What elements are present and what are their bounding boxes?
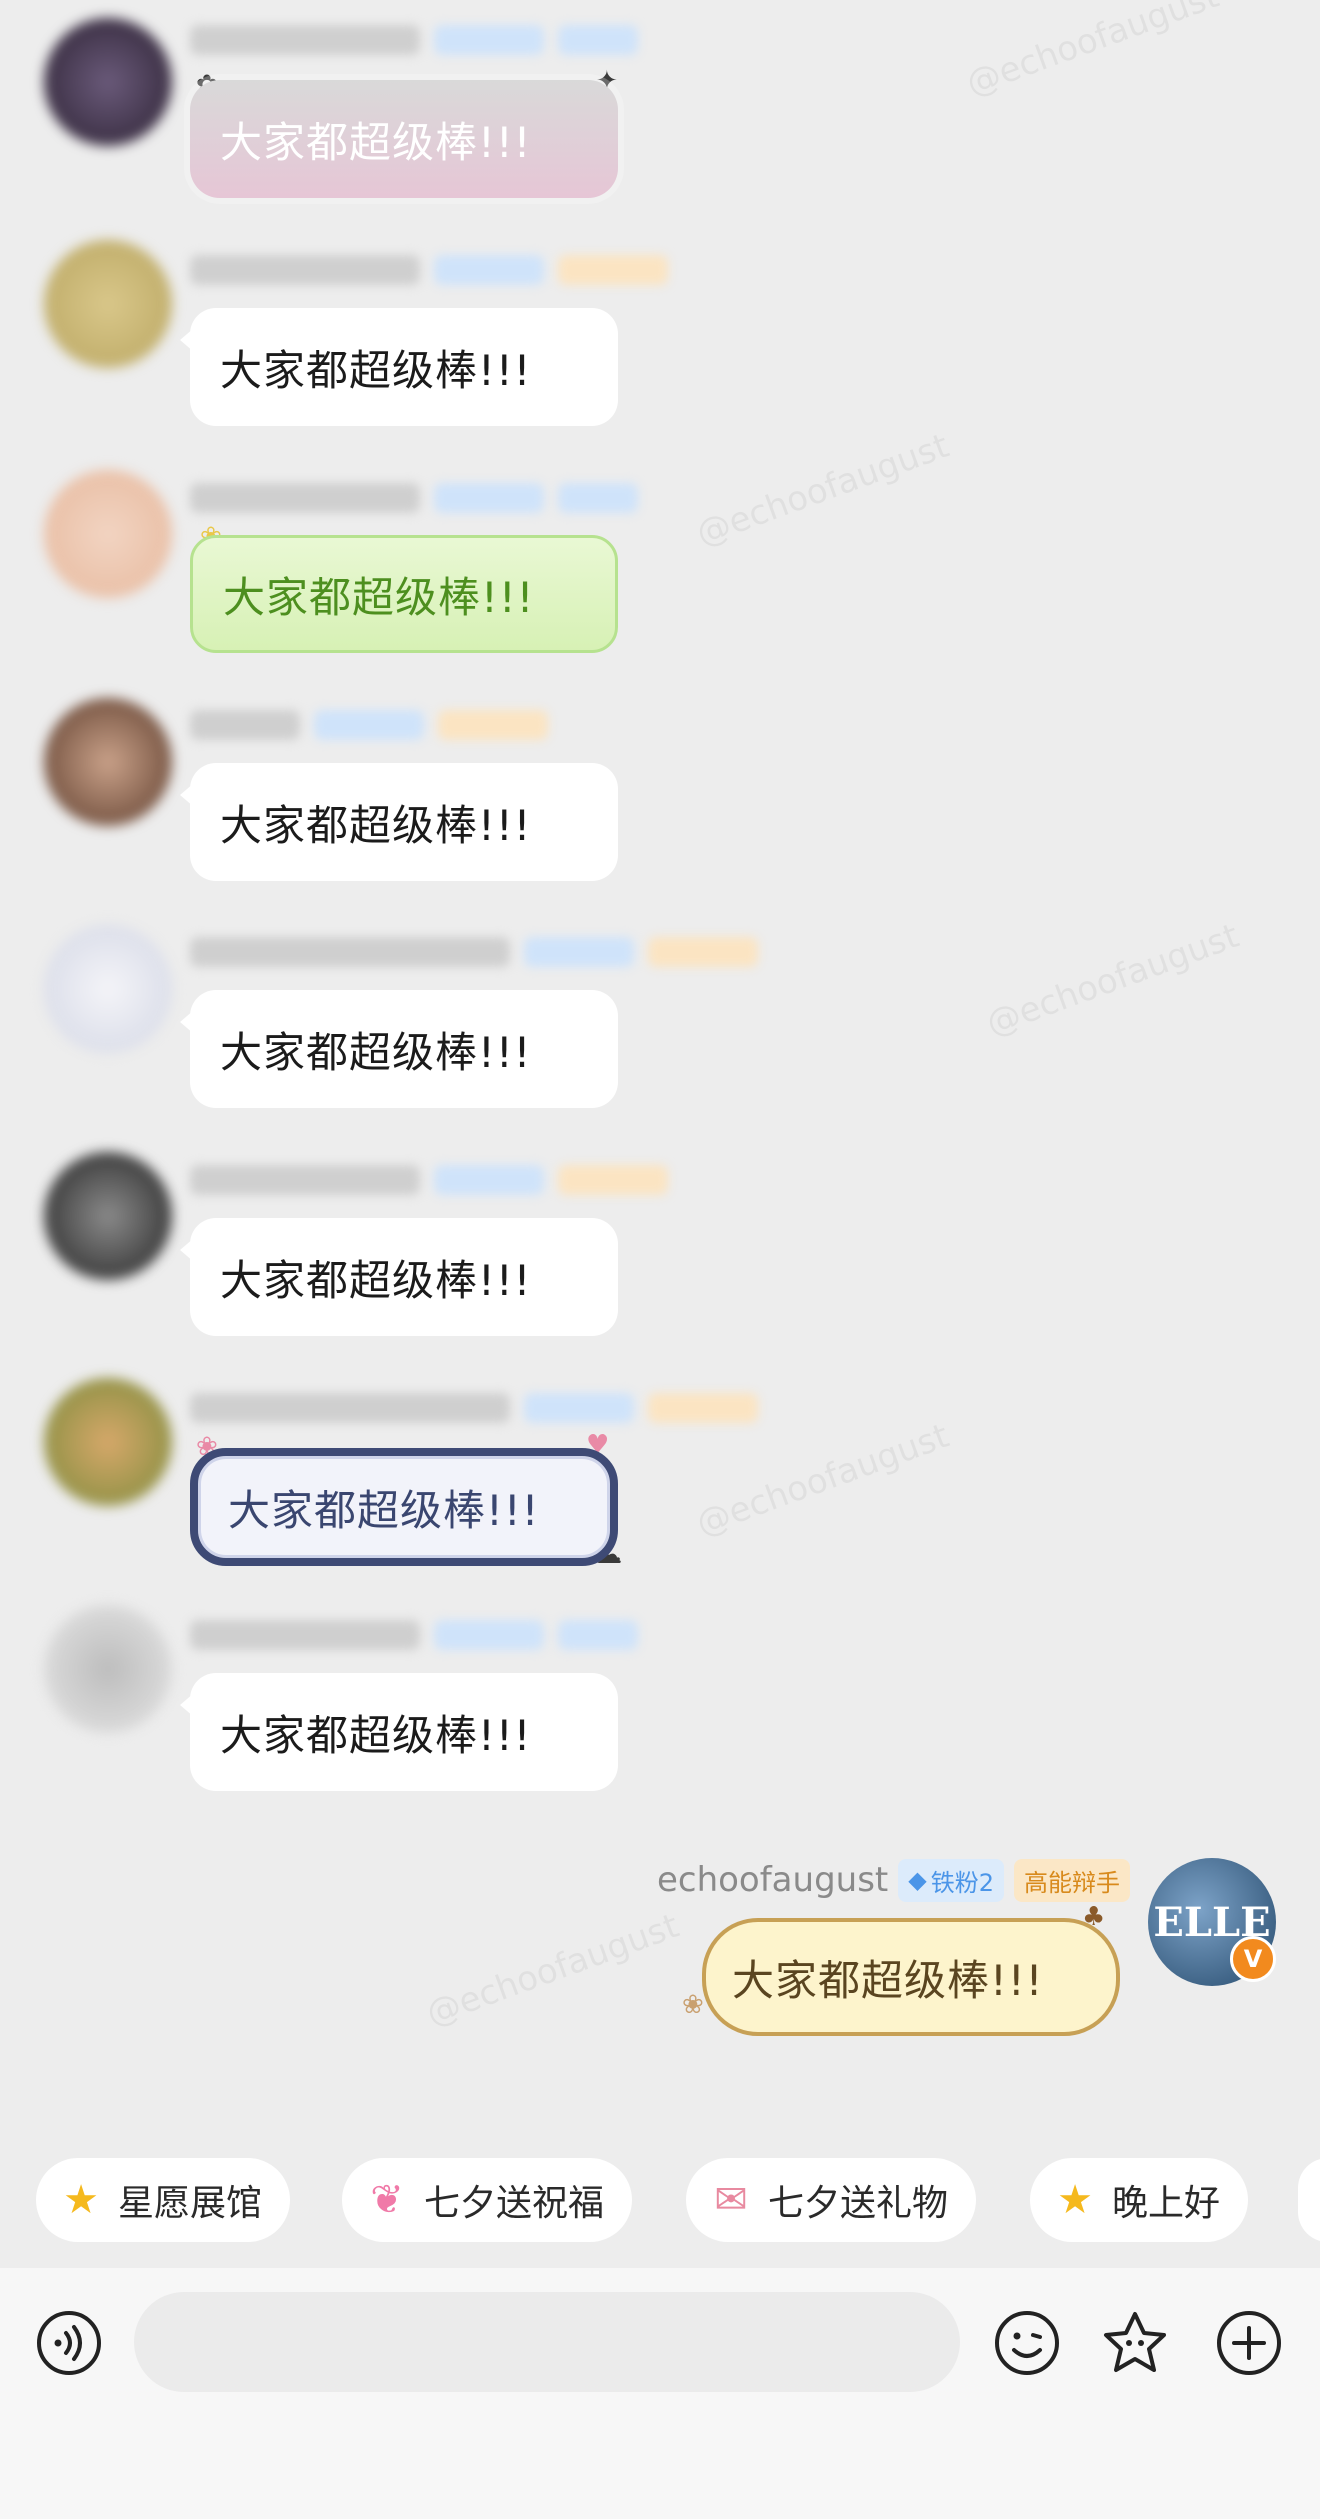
watermark: @echoofaugust <box>961 0 1225 105</box>
title-badge: 高能辩手 <box>1014 1858 1130 1902</box>
chip-label: 星愿展馆 <box>118 2183 263 2224</box>
message-bubble[interactable]: 大家都超级棒!!! <box>190 1448 618 1566</box>
avatar[interactable] <box>44 1378 172 1506</box>
bunny-sticker-icon: ❀ <box>682 1990 704 2020</box>
avatar[interactable] <box>44 698 172 826</box>
avatar[interactable] <box>44 1605 172 1733</box>
watermark: @echoofaugust <box>691 1415 955 1545</box>
diamond-icon: ◆ <box>908 1866 927 1894</box>
message-bubble[interactable]: 大家都超级棒!!! <box>190 80 618 198</box>
watermark: @echoofaugust <box>981 915 1245 1045</box>
chip-qixi-blessing[interactable]: ❦ 七夕送祝福 <box>342 2158 633 2242</box>
star-icon: ★ <box>63 2177 99 2223</box>
self-username[interactable]: echoofaugust <box>657 1860 888 1900</box>
gift-icon: ✉ <box>714 2177 748 2223</box>
chip-overflow[interactable] <box>1298 2158 1320 2242</box>
message-bubble[interactable]: 大家都超级棒!!! <box>190 535 618 653</box>
chip-good-evening[interactable]: ★ 晚上好 <box>1030 2158 1249 2242</box>
sender-meta-blurred <box>190 932 758 972</box>
sender-meta-blurred <box>190 1388 758 1428</box>
message-bubble[interactable]: 大家都超级棒!!! <box>180 990 618 1108</box>
avatar[interactable] <box>44 240 172 368</box>
avatar[interactable] <box>44 1152 172 1280</box>
chip-label: 七夕送祝福 <box>424 2183 605 2224</box>
self-message-bubble[interactable]: 大家都超级棒!!! <box>702 1918 1120 2036</box>
avatar[interactable] <box>44 18 172 146</box>
bird-icon: ❦ <box>370 2177 404 2223</box>
sender-meta-blurred <box>190 1615 638 1655</box>
star-icon: ★ <box>1057 2177 1093 2223</box>
message-bubble[interactable]: 大家都超级棒!!! <box>180 308 618 426</box>
chip-label: 晚上好 <box>1112 2183 1221 2224</box>
chip-qixi-gift[interactable]: ✉ 七夕送礼物 <box>686 2158 977 2242</box>
sender-meta-blurred <box>190 250 668 290</box>
message-bubble[interactable]: 大家都超级棒!!! <box>180 763 618 881</box>
message-bubble[interactable]: 大家都超级棒!!! <box>180 1218 618 1336</box>
sender-meta-blurred <box>190 1160 668 1200</box>
emoji-icon[interactable] <box>992 2308 1062 2378</box>
verified-badge-icon: V <box>1230 1936 1276 1982</box>
sender-meta-blurred <box>190 478 638 518</box>
fan-badge-label: 铁粉2 <box>930 1868 994 1897</box>
sender-meta-blurred <box>190 705 548 745</box>
self-sender-meta: echoofaugust ◆ 铁粉2 高能辩手 <box>657 1858 1130 1902</box>
quick-reply-bar: ★ 星愿展馆 ❦ 七夕送祝福 ✉ 七夕送礼物 ★ 晚上好 <box>0 2158 1320 2242</box>
watermark: @echoofaugust <box>421 1905 685 2035</box>
watermark: @echoofaugust <box>691 425 955 555</box>
fan-badge: ◆ 铁粉2 <box>898 1858 1004 1902</box>
avatar[interactable] <box>44 470 172 598</box>
avatar[interactable] <box>44 925 172 1053</box>
chat-area: @echoofaugust @echoofaugust @echoofaugus… <box>0 0 1320 2160</box>
voice-icon[interactable] <box>34 2308 104 2378</box>
sticker-icon[interactable] <box>1100 2308 1170 2378</box>
plus-icon[interactable] <box>1214 2308 1284 2378</box>
input-bar <box>0 2268 1320 2519</box>
chip-star-gallery[interactable]: ★ 星愿展馆 <box>36 2158 291 2242</box>
message-bubble[interactable]: 大家都超级棒!!! <box>180 1673 618 1791</box>
chip-label: 七夕送礼物 <box>768 2183 949 2224</box>
message-input[interactable] <box>134 2292 960 2392</box>
sender-meta-blurred <box>190 20 638 60</box>
